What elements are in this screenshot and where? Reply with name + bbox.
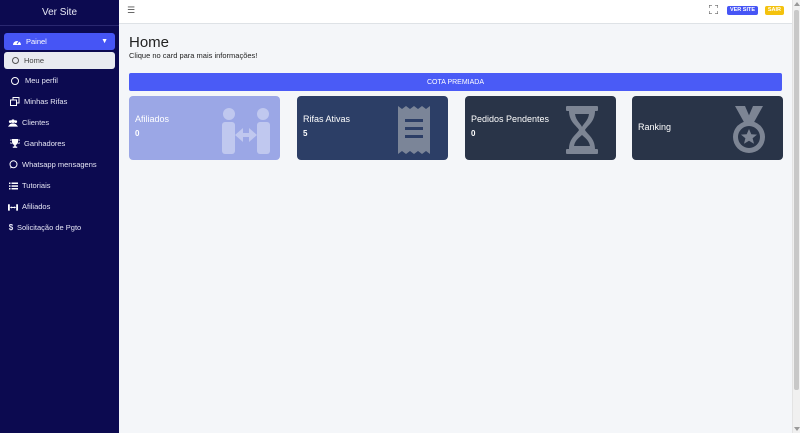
card-rifas-ativas[interactable]: Rifas Ativas 5: [297, 96, 448, 160]
sidebar-item-clientes[interactable]: Clientes: [0, 112, 119, 133]
page-scrollbar[interactable]: [792, 0, 800, 433]
main-content: Home Clique no card para mais informaçõe…: [119, 25, 792, 433]
sidebar-item-label: Minhas Rifas: [24, 97, 68, 106]
card-value: 0: [135, 129, 140, 138]
topbar: ☰ VER SITE SAIR: [119, 0, 792, 24]
scrollbar-thumb[interactable]: [794, 10, 799, 390]
sidebar-item-minhas-rifas[interactable]: Minhas Rifas: [0, 91, 119, 112]
card-value: 5: [303, 129, 308, 138]
sidebar-item-tutoriais[interactable]: Tutoriais: [0, 175, 119, 196]
sidebar-item-label: Painel: [26, 37, 47, 46]
trophy-icon: [10, 139, 20, 149]
circle-icon: [11, 76, 19, 85]
card-title: Ranking: [638, 122, 672, 132]
page-subtitle: Clique no card para mais informações!: [129, 51, 258, 60]
sidebar-item-label: Meu perfil: [25, 76, 58, 85]
sidebar-subitem-home[interactable]: Home: [4, 52, 115, 69]
list-icon: [8, 181, 18, 191]
people-arrows-icon: [218, 104, 274, 156]
cota-premiada-button[interactable]: COTA PREMIADA: [129, 73, 782, 91]
fullscreen-icon[interactable]: [708, 4, 719, 16]
brand-link[interactable]: Ver Site: [0, 0, 119, 26]
sidebar-item-label: Tutoriais: [22, 181, 51, 190]
receipt-icon: [386, 104, 442, 156]
users-icon: [8, 118, 18, 128]
chevron-down-icon: ▼: [101, 38, 108, 45]
scroll-up-icon[interactable]: [794, 2, 800, 6]
card-afiliados[interactable]: Afiliados 0: [129, 96, 280, 160]
sidebar-item-solicitacao-pgto[interactable]: $ Solicitação de Pgto: [0, 217, 119, 238]
sidebar-item-label: Afiliados: [22, 202, 51, 211]
card-title: Afiliados: [135, 114, 170, 124]
clone-icon: [10, 97, 20, 107]
sidebar-nav: Painel ▼ Home Meu perfil Minhas Rifas Cl…: [0, 26, 119, 238]
dollar-icon: $: [8, 223, 14, 232]
hamburger-menu-icon[interactable]: ☰: [127, 5, 135, 16]
sidebar-item-afiliados[interactable]: Afiliados: [0, 196, 119, 217]
card-title: Rifas Ativas: [303, 114, 351, 124]
sidebar: Ver Site Painel ▼ Home Meu perfil Minhas…: [0, 0, 119, 433]
card-ranking[interactable]: Ranking: [632, 96, 783, 160]
sidebar-item-label: Whatsapp mensagens: [22, 160, 97, 169]
sidebar-subitem-label: Home: [24, 56, 45, 65]
sidebar-item-ganhadores[interactable]: Ganhadores: [0, 133, 119, 154]
dashboard-icon: [12, 37, 22, 47]
sidebar-item-label: Clientes: [22, 118, 50, 127]
people-arrows-icon: [8, 202, 18, 212]
circle-icon: [12, 57, 19, 64]
card-value: 0: [471, 129, 476, 138]
sidebar-item-label: Solicitação de Pgto: [17, 223, 82, 232]
card-title: Pedidos Pendentes: [471, 114, 550, 124]
sidebar-item-painel[interactable]: Painel ▼: [4, 33, 115, 50]
medal-icon: [721, 104, 777, 156]
sidebar-item-whatsapp[interactable]: Whatsapp mensagens: [0, 154, 119, 175]
sidebar-item-meu-perfil[interactable]: Meu perfil: [0, 70, 119, 91]
scroll-down-icon[interactable]: [794, 427, 800, 431]
hourglass-icon: [554, 104, 610, 156]
whatsapp-icon: [8, 160, 18, 170]
ver-site-button[interactable]: VER SITE: [726, 6, 758, 15]
sair-button[interactable]: SAIR: [764, 6, 784, 15]
page-title: Home: [129, 34, 170, 51]
card-pedidos-pendentes[interactable]: Pedidos Pendentes 0: [465, 96, 616, 160]
sidebar-item-label: Ganhadores: [24, 139, 66, 148]
